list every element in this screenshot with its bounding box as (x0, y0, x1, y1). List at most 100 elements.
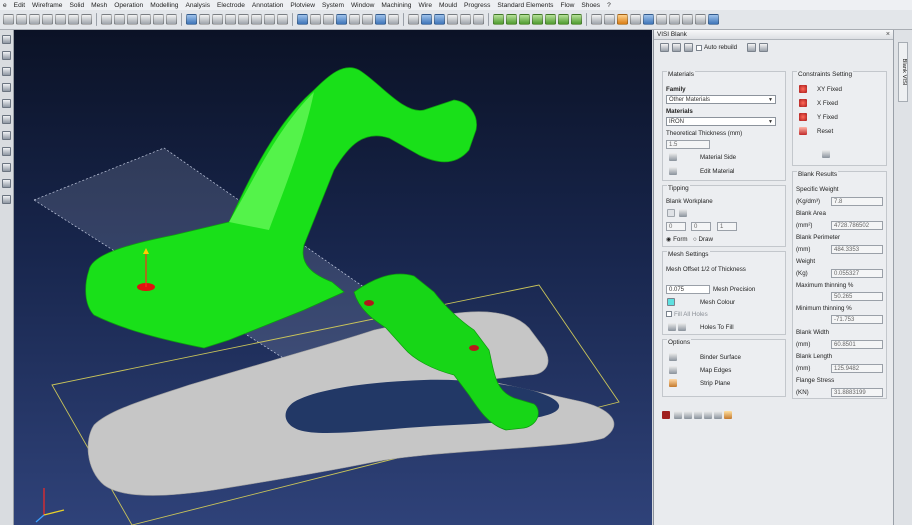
gear-run-icon[interactable] (672, 43, 681, 52)
image-action-icon[interactable] (714, 411, 722, 419)
report-action-icon[interactable] (704, 411, 712, 419)
menu-item-flow[interactable]: Flow (557, 2, 578, 9)
toolbar-tool-icon[interactable] (591, 14, 602, 25)
family-select[interactable]: Other Materials ▼ (666, 95, 776, 104)
workplane-value-1[interactable]: 0 (666, 222, 686, 231)
y-fixed-icon[interactable] (799, 113, 807, 121)
toolbar-tool-icon[interactable] (617, 14, 628, 25)
workplane-value-3[interactable]: 1 (717, 222, 737, 231)
settings-action-icon[interactable] (684, 411, 692, 419)
menu-item-progress[interactable]: Progress (461, 2, 494, 9)
strip-plane-label[interactable]: Strip Plane (700, 380, 730, 387)
toolbar-tool-icon[interactable] (323, 14, 334, 25)
toolbar-tool-icon[interactable] (545, 14, 556, 25)
toolbar-tool-icon[interactable] (336, 14, 347, 25)
toolbar-tool-icon[interactable] (251, 14, 262, 25)
toolbar-tool-icon[interactable] (506, 14, 517, 25)
edit-material-icon[interactable] (669, 167, 677, 175)
menu-item-plotview[interactable]: Plotview (287, 2, 319, 9)
toolbar-tool-icon[interactable] (460, 14, 471, 25)
bend-tool-icon[interactable] (2, 147, 11, 156)
x-fixed-icon[interactable] (799, 99, 807, 107)
toolbar-tool-icon[interactable] (153, 14, 164, 25)
arrow-action-icon[interactable] (674, 411, 682, 419)
menu-item-window[interactable]: Window (348, 2, 378, 9)
menu-item-e[interactable]: e (0, 2, 11, 9)
save-icon[interactable] (747, 43, 757, 52)
home-action-icon[interactable] (724, 411, 732, 419)
toolbar-tool-icon[interactable] (604, 14, 615, 25)
radio-form[interactable]: ◉ Form (666, 236, 688, 243)
toolbar-tool-icon[interactable] (199, 14, 210, 25)
toolbar-tool-icon[interactable] (643, 14, 654, 25)
gears-icon[interactable] (660, 43, 669, 52)
toolbar-tool-icon[interactable] (16, 14, 27, 25)
menu-item-edit[interactable]: Edit (11, 2, 29, 9)
3d-viewport[interactable] (14, 30, 652, 525)
menu-item-mesh[interactable]: Mesh (88, 2, 111, 9)
toolbar-tool-icon[interactable] (140, 14, 151, 25)
toolbar-tool-icon[interactable] (212, 14, 223, 25)
export-action-icon[interactable] (694, 411, 702, 419)
fill-all-holes-checkbox[interactable]: Fill All Holes (666, 311, 708, 318)
toolbar-tool-icon[interactable] (127, 14, 138, 25)
toolbar-tool-icon[interactable] (532, 14, 543, 25)
material-side-icon[interactable] (669, 153, 677, 161)
y-fixed-label[interactable]: Y Fixed (817, 114, 838, 121)
toolbar-tool-icon[interactable] (669, 14, 680, 25)
xy-fixed-label[interactable]: XY Fixed (817, 86, 842, 93)
toolbar-tool-icon[interactable] (166, 14, 177, 25)
constraint-tool-icon[interactable] (822, 150, 830, 158)
toolbar-tool-icon[interactable] (682, 14, 693, 25)
menu-item-standard-elements[interactable]: Standard Elements (494, 2, 557, 9)
menu-item-shoes[interactable]: Shoes (578, 2, 604, 9)
toolbar-tool-icon[interactable] (708, 14, 719, 25)
toolbar-tool-icon[interactable] (473, 14, 484, 25)
toolbar-tool-icon[interactable] (571, 14, 582, 25)
menu-item-help[interactable]: ? (604, 2, 615, 9)
xy-fixed-icon[interactable] (799, 85, 807, 93)
menu-item-mould[interactable]: Mould (436, 2, 461, 9)
toolbar-tool-icon[interactable] (310, 14, 321, 25)
flag-tool-icon[interactable] (2, 163, 11, 172)
toolbar-tool-icon[interactable] (297, 14, 308, 25)
toolbar-tool-icon[interactable] (362, 14, 373, 25)
toolbar-tool-icon[interactable] (630, 14, 641, 25)
toolbar-tool-icon[interactable] (225, 14, 236, 25)
map-edges-label[interactable]: Map Edges (700, 367, 731, 374)
menu-item-wireframe[interactable]: Wireframe (29, 2, 66, 9)
toolbar-tool-icon[interactable] (349, 14, 360, 25)
toolbar-tool-icon[interactable] (408, 14, 419, 25)
folder-tool-icon[interactable] (2, 179, 11, 188)
toolbar-tool-icon[interactable] (3, 14, 14, 25)
toolbar-tool-icon[interactable] (421, 14, 432, 25)
radio-draw[interactable]: ○ Draw (693, 236, 713, 243)
view-icon[interactable] (759, 43, 769, 52)
line-tool-icon[interactable] (2, 35, 11, 44)
reset-icon[interactable] (799, 127, 807, 135)
mesh-colour-swatch[interactable] (667, 298, 675, 306)
rectangle-tool-icon[interactable] (2, 67, 11, 76)
workplane-value-2[interactable]: 0 (691, 222, 711, 231)
toolbar-tool-icon[interactable] (238, 14, 249, 25)
binder-surface-icon[interactable] (669, 353, 677, 361)
toolbar-tool-icon[interactable] (264, 14, 275, 25)
map-edges-icon[interactable] (669, 366, 677, 374)
menu-item-electrode[interactable]: Electrode (214, 2, 249, 9)
toolbar-tool-icon[interactable] (388, 14, 399, 25)
workplane-check-icon[interactable] (667, 209, 675, 217)
menu-item-annotation[interactable]: Annotation (249, 2, 288, 9)
toolbar-tool-icon[interactable] (101, 14, 112, 25)
toolbar-tool-icon[interactable] (558, 14, 569, 25)
toolbar-tool-icon[interactable] (519, 14, 530, 25)
toolbar-tool-icon[interactable] (695, 14, 706, 25)
toolbar-tool-icon[interactable] (434, 14, 445, 25)
edit-material-label[interactable]: Edit Material (700, 168, 734, 175)
toolbar-tool-icon[interactable] (375, 14, 386, 25)
menu-item-operation[interactable]: Operation (111, 2, 147, 9)
arrow-tool-icon[interactable] (2, 195, 11, 204)
close-icon[interactable]: × (886, 30, 890, 39)
toolbar-tool-icon[interactable] (186, 14, 197, 25)
thickness-field[interactable]: 1.5 (666, 140, 710, 149)
layer-tool-icon[interactable] (2, 131, 11, 140)
